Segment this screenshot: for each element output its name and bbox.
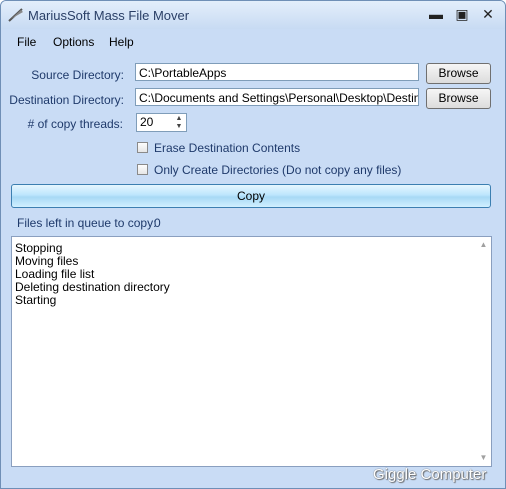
copy-threads-label: # of copy threads: — [27, 117, 123, 131]
menu-bar: File Options Help — [1, 31, 505, 53]
copy-button[interactable]: Copy — [11, 184, 491, 208]
close-button[interactable]: ✕ — [477, 5, 499, 23]
source-browse-button[interactable]: Browse — [426, 63, 491, 84]
spin-down-icon[interactable]: ▼ — [172, 123, 186, 131]
scroll-down-icon[interactable]: ▼ — [478, 453, 489, 463]
log-line: Starting — [15, 293, 57, 307]
menu-options[interactable]: Options — [53, 35, 94, 49]
scroll-up-icon[interactable]: ▲ — [478, 240, 489, 250]
log-line: Stopping — [15, 241, 63, 255]
erase-destination-checkbox[interactable] — [137, 142, 148, 153]
copy-threads-stepper[interactable]: 20 ▲ ▼ — [136, 113, 187, 132]
log-scrollbar[interactable]: ▲ ▼ — [476, 237, 491, 466]
minimize-button[interactable]: ▬ — [425, 5, 447, 23]
log-line: Moving files — [15, 254, 79, 268]
destination-browse-button[interactable]: Browse — [426, 88, 491, 109]
watermark-text: Giggle Computer — [373, 466, 487, 483]
only-create-directories-checkbox[interactable] — [137, 164, 148, 175]
log-line: Deleting destination directory — [15, 280, 170, 294]
log-output[interactable]: Stopping Moving files Loading file list … — [11, 236, 492, 467]
maximize-button[interactable]: ▣ — [451, 5, 473, 23]
menu-help[interactable]: Help — [109, 35, 134, 49]
title-bar: MariusSoft Mass File Mover ▬ ▣ ✕ — [1, 1, 505, 29]
window-title: MariusSoft Mass File Mover — [28, 8, 190, 23]
feather-icon — [8, 8, 23, 22]
menu-file[interactable]: File — [17, 35, 36, 49]
queue-label: Files left in queue to copy: — [17, 216, 157, 230]
copy-threads-value: 20 — [140, 115, 154, 129]
destination-directory-input[interactable]: C:\Documents and Settings\Personal\Deskt… — [135, 88, 419, 106]
only-create-directories-label[interactable]: Only Create Directories (Do not copy any… — [154, 163, 401, 177]
log-line: Loading file list — [15, 267, 95, 281]
destination-directory-label: Destination Directory: — [9, 93, 124, 107]
source-directory-label: Source Directory: — [31, 68, 124, 82]
spin-up-icon[interactable]: ▲ — [172, 115, 186, 123]
app-window: MariusSoft Mass File Mover ▬ ▣ ✕ File Op… — [0, 0, 506, 489]
queue-count: 0 — [154, 216, 161, 230]
source-directory-input[interactable]: C:\PortableApps — [135, 63, 419, 81]
erase-destination-label[interactable]: Erase Destination Contents — [154, 141, 300, 155]
